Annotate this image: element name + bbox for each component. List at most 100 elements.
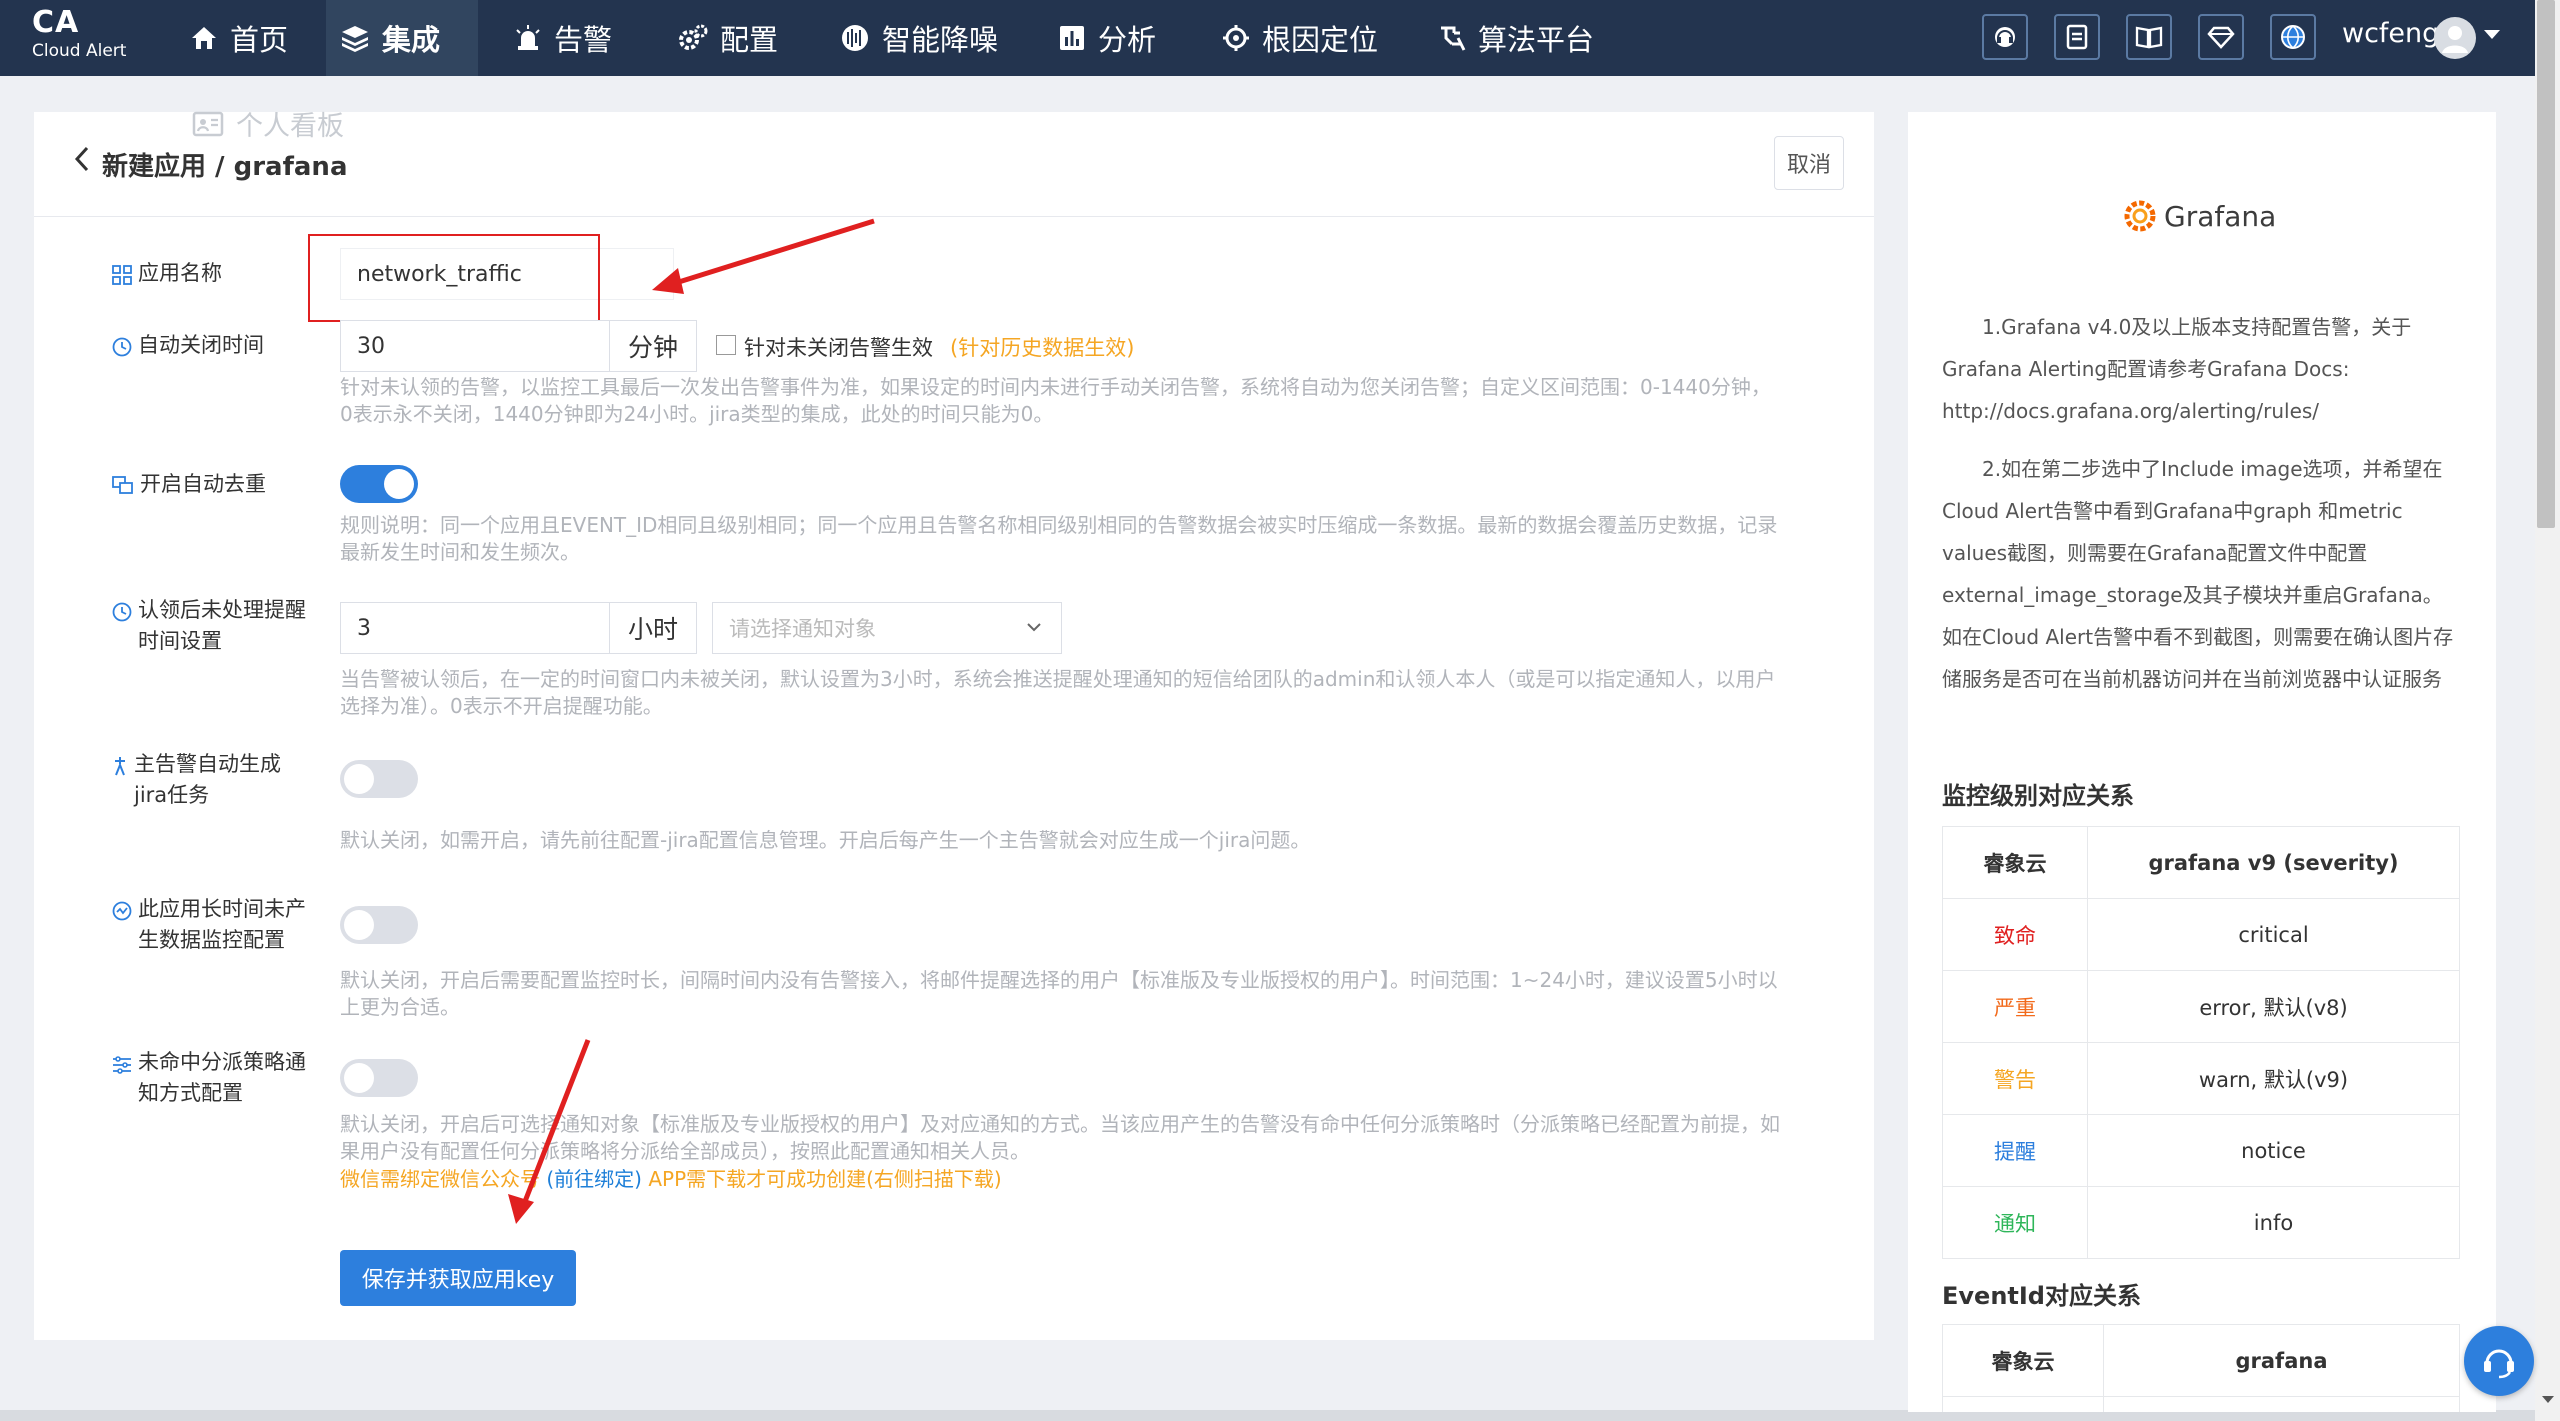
user-name[interactable]: wcfeng (2342, 18, 2439, 49)
nav-analysis[interactable]: 分析 (1044, 0, 1170, 76)
table-header: grafana v9 (severity) (2087, 826, 2460, 899)
table-row: 警告 warn, 默认(v9) (1942, 1042, 2460, 1115)
dispatch-label: 未命中分派策略通知方式配置 (112, 1047, 312, 1109)
nav-config-label: 配置 (720, 23, 779, 57)
chat-headset-icon (2484, 1349, 2514, 1379)
annotation-highlight-box (308, 234, 600, 322)
top-nav: CA Cloud Alert 首页 集成 告警 配置 智能降噪 分析 根因定位 … (0, 0, 2535, 76)
severity-level: 提醒 (1942, 1114, 2088, 1187)
grafana-logo-text: Grafana (2164, 199, 2277, 233)
severity-value: error, 默认(v8) (2087, 970, 2460, 1043)
severity-mapping-table: 睿象云 grafana v9 (severity) 致命 critical 严重… (1942, 826, 2460, 1259)
nav-root-cause-label: 根因定位 (1262, 23, 1379, 57)
nav-home-label: 首页 (230, 23, 289, 57)
toggle-knob (344, 764, 374, 794)
toggle-knob (344, 910, 374, 940)
clock-icon (112, 600, 132, 631)
nav-algorithm-platform[interactable]: 算法平台 (1424, 0, 1608, 76)
dedup-help: 规则说明：同一个应用且EVENT_ID相同且级别相同；同一个应用且告警名称相同级… (340, 513, 1778, 564)
severity-level: 严重 (1942, 970, 2088, 1043)
remind-label-text: 认领后未处理提醒时间设置 (138, 598, 306, 653)
jira-label: 主告警自动生成jira任务 (112, 749, 312, 811)
table-row: 严重 error, 默认(v8) (1942, 970, 2460, 1043)
toggle-knob (344, 1063, 374, 1093)
notify-target-placeholder: 请选择通知对象 (729, 617, 876, 641)
brand-name: CA (32, 5, 80, 40)
nav-root-cause[interactable]: 根因定位 (1208, 0, 1392, 76)
table-row: 提醒 notice (1942, 1114, 2460, 1187)
severity-value: critical (2087, 898, 2460, 971)
severity-level: 警告 (1942, 1042, 2088, 1115)
remind-help: 当告警被认领后，在一定的时间窗口内未被关闭，默认设置为3小时，系统会推送提醒处理… (340, 667, 1776, 718)
no-data-toggle[interactable] (340, 906, 418, 944)
page-title: 新建应用 / grafana (102, 152, 348, 182)
table-row: 通知 info (1942, 1186, 2460, 1259)
home-icon (190, 25, 218, 51)
severity-level: 致命 (1942, 898, 2088, 971)
bar-chart-icon (1058, 24, 1086, 52)
jira-help: 默认关闭，如需开启，请先前往配置-jira配置信息管理。开启后每产生一个主告警就… (340, 828, 1311, 852)
remind-hours-input[interactable]: 3 (340, 602, 610, 654)
severity-value: notice (2087, 1114, 2460, 1187)
dedup-label-text: 开启自动去重 (140, 472, 266, 496)
help-side-panel: Grafana 1.Grafana v4.0及以上版本支持配置告警，关于Graf… (1908, 112, 2496, 1412)
nav-integration[interactable]: 集成 (326, 0, 478, 76)
wave-icon (840, 23, 870, 53)
user-menu-caret-icon[interactable] (2484, 30, 2500, 39)
algorithm-icon (1438, 24, 1466, 52)
avatar[interactable] (2434, 17, 2476, 59)
help-paragraph-1: 1.Grafana v4.0及以上版本支持配置告警，关于Grafana Aler… (1942, 315, 2412, 423)
dispatch-toggle[interactable] (340, 1059, 418, 1097)
severity-value: info (2087, 1186, 2460, 1259)
no-data-label-text: 此应用长时间未产生数据监控配置 (138, 897, 306, 952)
grafana-icon (2124, 200, 2156, 232)
auto-close-label-text: 自动关闭时间 (138, 333, 264, 357)
nav-home[interactable]: 首页 (176, 0, 302, 76)
auto-close-label: 自动关闭时间 (112, 330, 264, 366)
no-data-label: 此应用长时间未产生数据监控配置 (112, 894, 312, 956)
layers-icon (340, 24, 370, 52)
cancel-button[interactable]: 取消 (1774, 136, 1844, 190)
page-scrollbar-thumb[interactable] (2537, 0, 2555, 528)
app-name-label-text: 应用名称 (138, 261, 222, 285)
back-arrow-icon[interactable] (74, 145, 90, 177)
globe-icon[interactable] (2270, 14, 2316, 60)
app-name-label: 应用名称 (112, 258, 222, 294)
toggle-knob (384, 469, 414, 499)
brand-logo[interactable]: CA Cloud Alert (32, 6, 126, 62)
apply-unclosed-label[interactable]: 针对未关闭告警生效 (744, 332, 933, 362)
apply-unclosed-checkbox[interactable] (716, 335, 736, 355)
auto-close-help: 针对未认领的告警，以监控工具最后一次发出告警事件为准，如果设定的时间内未进行手动… (340, 375, 1771, 426)
annotation-arrow-icon (508, 1039, 591, 1224)
dispatch-notes: 微信需绑定微信公众号 (前往绑定) APP需下载才可成功创建(右侧扫描下载) (340, 1166, 1002, 1193)
apply-unclosed-note: (针对历史数据生效) (950, 336, 1135, 360)
save-and-get-key-button[interactable]: 保存并获取应用key (340, 1250, 576, 1306)
chat-support-button[interactable] (2464, 1326, 2534, 1396)
table-row: 事件ID (1942, 1396, 2460, 1412)
document-icon[interactable] (2054, 14, 2100, 60)
nav-noise-reduction[interactable]: 智能降噪 (826, 0, 1012, 76)
jira-toggle[interactable] (340, 760, 418, 798)
dedup-toggle[interactable] (340, 465, 418, 503)
auto-close-unit: 分钟 (609, 320, 697, 372)
brand-subtitle: Cloud Alert (32, 41, 127, 61)
notify-target-select[interactable]: 请选择通知对象 (712, 602, 1062, 654)
table-header: 睿象云 (1942, 826, 2088, 899)
support-icon[interactable] (1982, 14, 2028, 60)
dispatch-label-text: 未命中分派策略通知方式配置 (138, 1050, 306, 1105)
book-icon[interactable] (2126, 14, 2172, 60)
monitor-icon (112, 899, 132, 930)
grafana-logo: Grafana (2122, 198, 2276, 234)
scroll-down-arrow-icon[interactable] (2542, 1396, 2554, 1403)
help-paragraph-2: 2.如在第二步选中了Include image选项，并希望在Cloud Aler… (1942, 457, 2454, 691)
nav-integration-label: 集成 (382, 23, 441, 57)
nav-alerts[interactable]: 告警 (500, 0, 626, 76)
app-note: APP需下载才可成功创建(右侧扫描下载) (648, 1167, 1002, 1191)
nav-noise-reduction-label: 智能降噪 (882, 23, 999, 57)
auto-close-input[interactable]: 30 (340, 320, 610, 372)
diamond-icon[interactable] (2198, 14, 2244, 60)
nav-config[interactable]: 配置 (664, 0, 792, 76)
crosshair-icon (1222, 24, 1250, 52)
remind-label: 认领后未处理提醒时间设置 (112, 595, 312, 657)
nav-analysis-label: 分析 (1098, 23, 1157, 57)
